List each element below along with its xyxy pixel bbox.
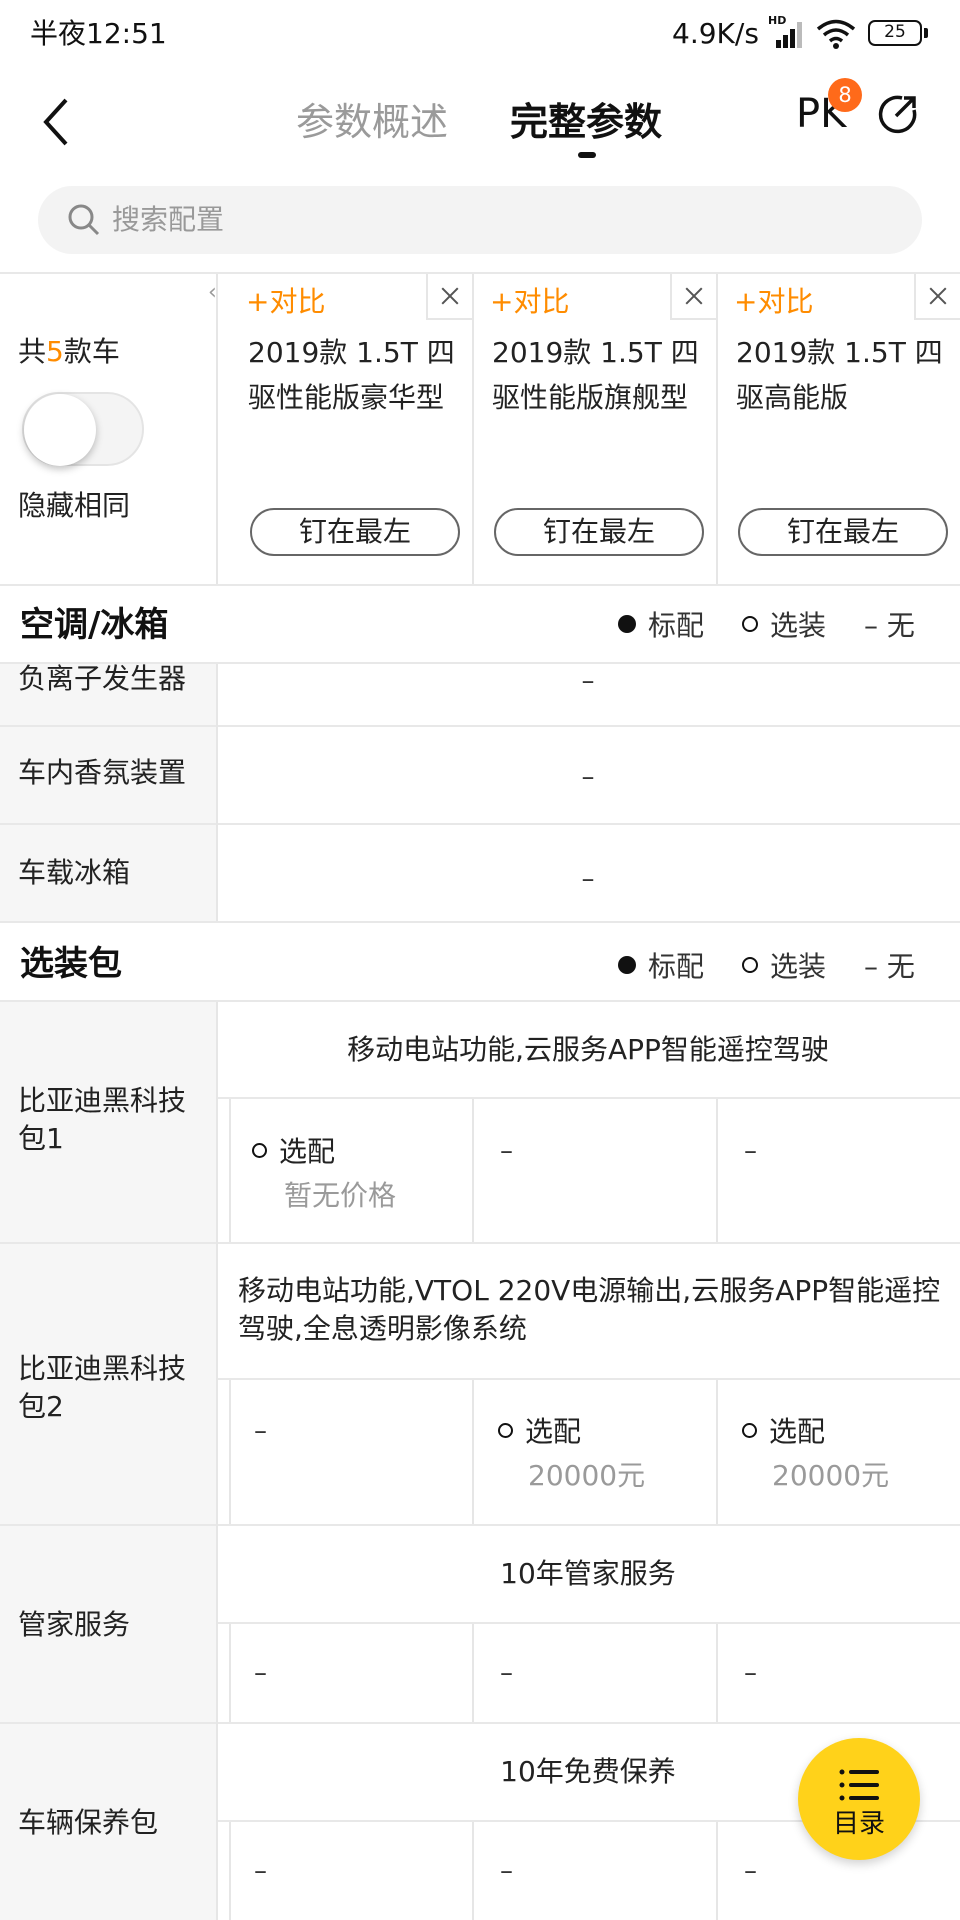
table-row-label: 车辆保养包 — [0, 1724, 216, 1920]
tab-overview[interactable]: 参数概述 — [296, 96, 448, 148]
section-title: 空调/冰箱 — [20, 605, 169, 645]
signal-icon: HD — [768, 14, 804, 48]
catalog-label: 目录 — [832, 1809, 885, 1839]
legend-standard: 标配 — [618, 608, 704, 644]
table-row-label: 管家服务 — [0, 1526, 216, 1722]
table-cell: – — [744, 1856, 757, 1886]
hd-label: HD — [768, 14, 787, 27]
package-description: 移动电站功能,云服务APP智能遥控驾驶 — [347, 1033, 829, 1066]
legend-none: – 无 — [864, 609, 915, 642]
pin-left-button[interactable]: 钉在最左 — [738, 508, 948, 556]
car-column: +对比 2019款 1.5T 四驱性能版豪华型 钉在最左 — [230, 274, 472, 586]
search-input[interactable]: 搜索配置 — [38, 186, 922, 254]
catalog-fab-button[interactable]: 目录 — [798, 1738, 920, 1860]
table-cell: – — [254, 1658, 267, 1688]
table-cell: – — [500, 1856, 513, 1886]
table-cell: – — [581, 666, 595, 696]
battery-icon: 25 — [868, 20, 928, 46]
search-placeholder: 搜索配置 — [112, 203, 225, 236]
network-speed: 4.9K/s — [672, 17, 759, 50]
section-title: 选装包 — [20, 944, 122, 984]
close-icon[interactable] — [914, 274, 960, 320]
add-compare-button[interactable]: +对比 — [490, 282, 569, 322]
pin-left-button[interactable]: 钉在最左 — [250, 508, 460, 556]
car-name: 2019款 1.5T 四驱高能版 — [736, 336, 943, 414]
table-row-label: 比亚迪黑科技包1 — [0, 1002, 216, 1242]
package-description: 10年管家服务 — [500, 1557, 676, 1590]
table-cell: – — [254, 1416, 267, 1446]
table-row-label: 负离子发生器 — [0, 662, 216, 726]
pin-left-button[interactable]: 钉在最左 — [494, 508, 704, 556]
status-bar: 半夜12:51 4.9K/s HD 25 — [0, 0, 960, 68]
package-description: 移动电站功能,VTOL 220V电源输出,云服务APP智能遥控驾驶,全息透明影像… — [238, 1274, 941, 1345]
car-count: 共5款车 — [18, 335, 120, 368]
table-cell: – — [254, 1856, 267, 1886]
hide-same-label: 隐藏相同 — [18, 489, 131, 522]
table-row-label: 车载冰箱 — [0, 825, 216, 922]
close-icon[interactable] — [426, 274, 472, 320]
option-cell: 选配 暂无价格 — [252, 1132, 396, 1216]
section-header-ac: 空调/冰箱 标配 选装 – 无 — [0, 586, 960, 664]
close-icon[interactable] — [670, 274, 716, 320]
status-time: 半夜12:51 — [30, 17, 167, 50]
share-icon[interactable] — [876, 92, 920, 136]
table-cell: – — [744, 1658, 757, 1688]
option-cell: 选配 20000元 — [498, 1412, 645, 1496]
table-cell: – — [744, 1136, 757, 1166]
car-column: +对比 2019款 1.5T 四驱高能版 钉在最左 — [718, 274, 960, 586]
car-name: 2019款 1.5T 四驱性能版旗舰型 — [492, 336, 699, 414]
hide-same-toggle[interactable] — [22, 392, 144, 466]
table-row-label: 车内香氛装置 — [0, 727, 216, 824]
legend-standard: 标配 — [618, 949, 704, 985]
tab-indicator — [578, 152, 596, 158]
table-cell: – — [500, 1658, 513, 1688]
add-compare-button[interactable]: +对比 — [734, 282, 813, 322]
pk-count-badge: 8 — [828, 78, 862, 112]
legend-none: – 无 — [864, 950, 915, 983]
table-cell: – — [500, 1136, 513, 1166]
search-icon — [68, 204, 100, 236]
legend-optional: 选装 — [742, 949, 826, 985]
back-icon[interactable] — [38, 94, 78, 150]
list-icon — [839, 1769, 879, 1801]
wifi-icon — [816, 19, 856, 49]
option-cell: 选配 20000元 — [742, 1412, 889, 1496]
add-compare-button[interactable]: +对比 — [246, 282, 325, 322]
car-name: 2019款 1.5T 四驱性能版豪华型 — [248, 336, 455, 414]
table-cell: – — [581, 762, 595, 792]
section-header-packages: 选装包 标配 选装 – 无 — [0, 923, 960, 1001]
legend-optional: 选装 — [742, 608, 826, 644]
car-column: +对比 2019款 1.5T 四驱性能版旗舰型 钉在最左 — [474, 274, 716, 586]
tab-full-params[interactable]: 完整参数 — [510, 96, 662, 148]
table-row-label: 比亚迪黑科技包2 — [0, 1244, 216, 1524]
table-cell: – — [581, 864, 595, 894]
